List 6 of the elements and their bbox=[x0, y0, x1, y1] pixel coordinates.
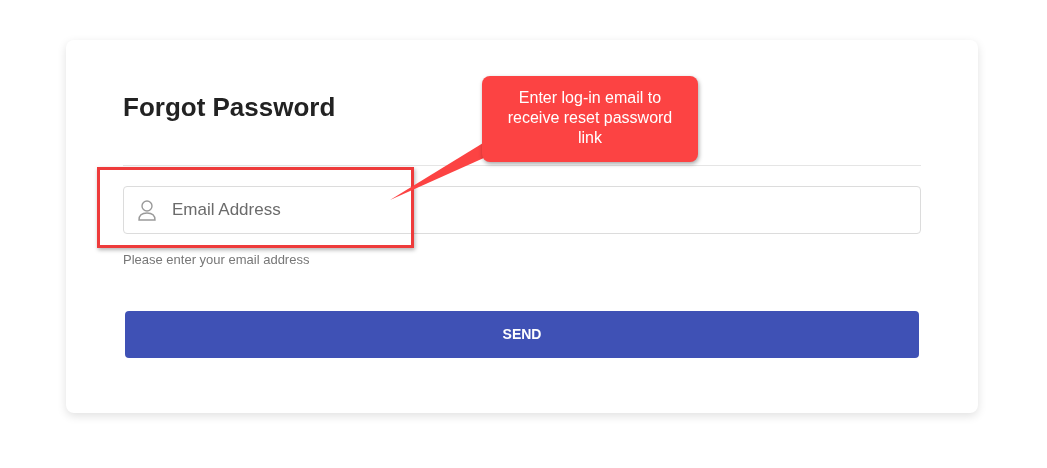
send-button[interactable]: SEND bbox=[125, 310, 919, 358]
helper-text: Please enter your email address bbox=[123, 251, 310, 269]
email-field[interactable]: Email Address bbox=[123, 186, 921, 234]
form-title: Forgot Password bbox=[123, 94, 336, 120]
user-icon bbox=[137, 199, 157, 221]
callout: Enter log-in email to receive reset password link bbox=[482, 76, 698, 162]
